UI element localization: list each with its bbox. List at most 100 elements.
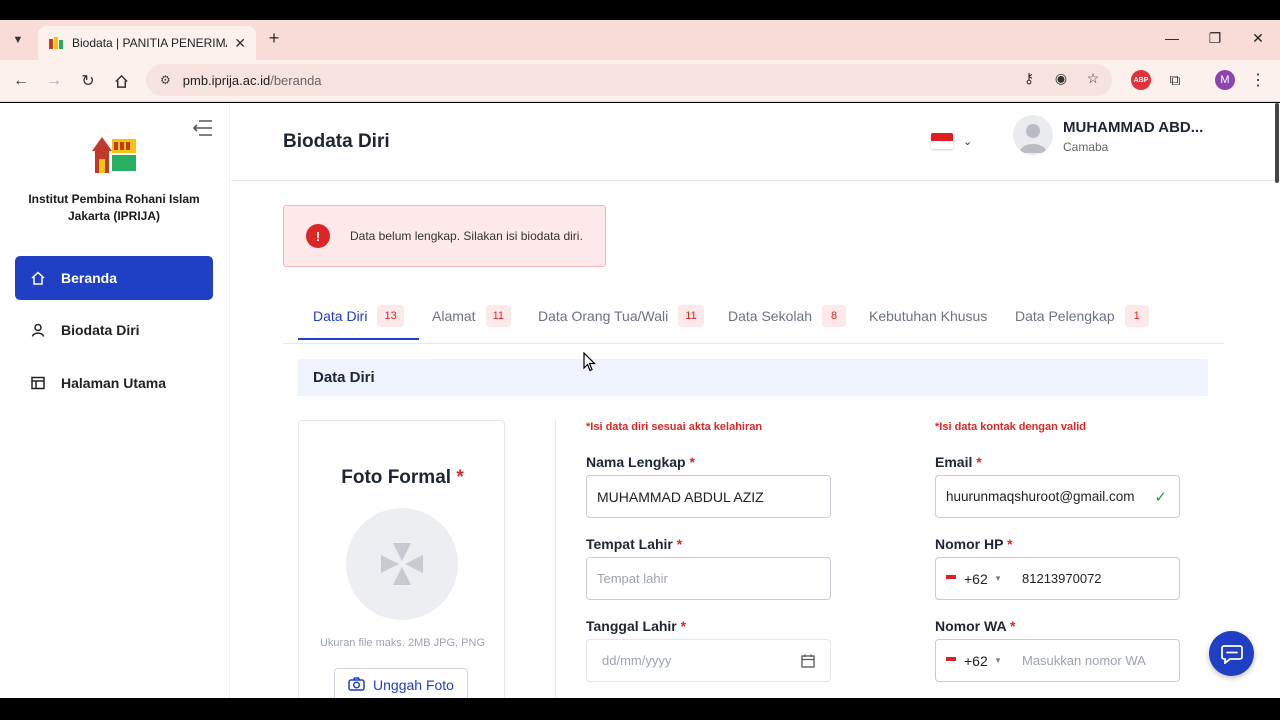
chat-support-button[interactable] <box>1209 631 1254 676</box>
column-divider <box>555 420 556 698</box>
forward-icon[interactable]: → <box>43 70 65 92</box>
close-tab-icon[interactable]: ✕ <box>234 35 246 52</box>
wa-placeholder: Masukkan nomor WA <box>1022 653 1146 668</box>
alert-exclamation-icon: ! <box>306 224 330 248</box>
tab-data-orang-tua[interactable]: Data Orang Tua/Wali 11 <box>538 293 704 339</box>
site-settings-icon[interactable]: ⚙ <box>160 73 171 87</box>
chevron-down-icon: ▾ <box>995 655 1001 665</box>
close-window-icon[interactable]: ✕ <box>1248 30 1268 47</box>
wa-label-text: Nomor WA <box>935 618 1007 634</box>
required-marker: * <box>456 467 464 488</box>
wa-country-code-select[interactable]: +62 ▾ <box>946 653 1022 669</box>
home-icon[interactable] <box>110 70 132 92</box>
birthdate-input[interactable]: dd/mm/yyyy <box>586 639 831 682</box>
browser-toolbar: ← → ↻ ⚙ pmb.iprija.ac.id/beranda ⚷ ◉ ☆ A… <box>0 60 1280 102</box>
section-title: Data Diri <box>298 359 1208 396</box>
tab-title: Biodata | PANITIA PENERIMAAN <box>72 36 227 50</box>
browser-menu-icon[interactable]: ⋮ <box>1248 70 1268 90</box>
user-avatar[interactable] <box>1013 115 1053 155</box>
birthdate-label: Tanggal Lahir * <box>586 618 686 634</box>
tab-count-badge: 1 <box>1124 305 1149 327</box>
page-scrollbar[interactable] <box>1275 103 1279 183</box>
full-name-label: Nama Lengkap * <box>586 454 695 470</box>
birthdate-placeholder: dd/mm/yyyy <box>602 653 672 668</box>
upload-photo-button[interactable]: Unggah Foto <box>334 668 468 698</box>
sidebar-item-label: Biodata Diri <box>61 322 140 338</box>
address-bar[interactable]: ⚙ pmb.iprija.ac.id/beranda ⚷ ◉ ☆ <box>146 64 1112 96</box>
tab-alamat[interactable]: Alamat 11 <box>432 293 511 339</box>
url-host: pmb.iprija.ac.id <box>182 72 271 88</box>
sidebar-item-label: Beranda <box>61 270 118 286</box>
indonesia-flag-icon <box>931 133 953 149</box>
user-name[interactable]: MUHAMMAD ABD... <box>1063 119 1203 136</box>
url-text: pmb.iprija.ac.id/beranda <box>183 73 322 88</box>
new-tab-icon[interactable]: + <box>264 28 284 48</box>
full-name-input[interactable]: MUHAMMAD ABDUL AZIZ <box>586 475 831 518</box>
chat-bubble-icon <box>1220 644 1243 664</box>
birthplace-label-text: Tempat Lahir <box>586 536 673 552</box>
photo-upload-card: Foto Formal * Ukuran file maks. 2MB JPG,… <box>298 420 505 698</box>
back-icon[interactable]: ← <box>10 70 32 92</box>
user-icon <box>31 323 45 337</box>
tab-data-pelengkap[interactable]: Data Pelengkap 1 <box>1015 293 1149 339</box>
photo-title: Foto Formal * <box>299 467 506 489</box>
sidebar-item-label: Halaman Utama <box>61 375 167 391</box>
tab-label: Data Orang Tua/Wali <box>538 308 669 324</box>
email-label: Email * <box>935 454 982 470</box>
phone-country-code-select[interactable]: +62 ▾ <box>946 571 1022 587</box>
phone-field[interactable]: +62 ▾ 81213970072 <box>935 557 1180 600</box>
bookmark-star-icon[interactable]: ☆ <box>1084 70 1102 87</box>
user-role: Camaba <box>1063 140 1109 154</box>
email-field[interactable]: huurunmaqshuroot@gmail.com ✓ <box>935 475 1180 518</box>
wa-label: Nomor WA * <box>935 618 1015 634</box>
profile-initial: M <box>1220 74 1230 86</box>
password-key-icon[interactable]: ⚷ <box>1020 70 1038 87</box>
sidebar-item-halaman-utama[interactable]: Halaman Utama <box>15 361 213 405</box>
reload-icon[interactable]: ↻ <box>77 70 99 92</box>
tab-data-sekolah[interactable]: Data Sekolah 8 <box>728 293 847 339</box>
tab-count-badge: 11 <box>485 305 511 327</box>
language-selector[interactable]: ⌄ <box>931 133 972 149</box>
profile-avatar[interactable]: M <box>1215 70 1235 90</box>
email-label-text: Email <box>935 454 973 470</box>
contact-data-note: *Isi data kontak dengan valid <box>935 421 1086 433</box>
tab-data-diri[interactable]: Data Diri 13 <box>298 293 419 340</box>
tab-kebutuhan-khusus[interactable]: Kebutuhan Khusus <box>869 293 987 339</box>
birthdate-label-text: Tanggal Lahir <box>586 618 677 634</box>
required-marker: * <box>676 536 683 552</box>
screen-bottom-border <box>0 698 1280 720</box>
institution-name: Institut Pembina Rohani Islam Jakarta (I… <box>28 192 200 223</box>
abp-label: ABP <box>1133 76 1149 84</box>
tab-label: Alamat <box>432 308 476 324</box>
sidebar-collapse-icon[interactable] <box>192 119 214 137</box>
tab-label: Data Diri <box>313 308 368 324</box>
birthplace-input[interactable]: Tempat lahir <box>586 557 831 600</box>
valid-check-icon: ✓ <box>1154 489 1167 506</box>
sidebar: Institut Pembina Rohani Islam Jakarta (I… <box>0 103 230 698</box>
tab-label: Data Pelengkap <box>1015 308 1115 324</box>
eye-off-icon[interactable]: ◉ <box>1052 70 1070 87</box>
birthplace-placeholder: Tempat lahir <box>597 571 668 586</box>
required-marker: * <box>976 454 982 470</box>
photo-placeholder[interactable] <box>346 508 458 620</box>
browser-tab[interactable]: Biodata | PANITIA PENERIMAAN ✕ <box>38 26 256 60</box>
extensions-puzzle-icon[interactable]: ⧉ <box>1165 70 1185 90</box>
home-icon <box>31 271 45 285</box>
page-title: Biodata Diri <box>283 131 390 152</box>
wa-field[interactable]: +62 ▾ Masukkan nomor WA <box>935 639 1180 682</box>
sidebar-item-beranda[interactable]: Beranda <box>15 256 213 300</box>
layout-icon <box>31 376 45 390</box>
sidebar-item-biodata-diri[interactable]: Biodata Diri <box>15 308 213 352</box>
minimize-icon[interactable]: — <box>1162 30 1182 46</box>
adblock-extension-icon[interactable]: ABP <box>1131 70 1151 90</box>
favicon-icon <box>48 36 64 50</box>
restore-icon[interactable]: ❐ <box>1205 30 1225 47</box>
tab-label: Kebutuhan Khusus <box>869 308 988 324</box>
required-marker: * <box>680 618 687 634</box>
incomplete-data-alert: ! Data belum lengkap. Silakan isi biodat… <box>283 205 606 267</box>
page-header: Biodata Diri ⌄ MUHAMMAD ABD... Camaba <box>231 103 1280 181</box>
page: Institut Pembina Rohani Islam Jakarta (I… <box>0 103 1280 698</box>
tab-label: Data Sekolah <box>728 308 813 324</box>
tab-search-icon[interactable]: ▼ <box>8 30 28 50</box>
calendar-icon[interactable] <box>800 653 816 669</box>
